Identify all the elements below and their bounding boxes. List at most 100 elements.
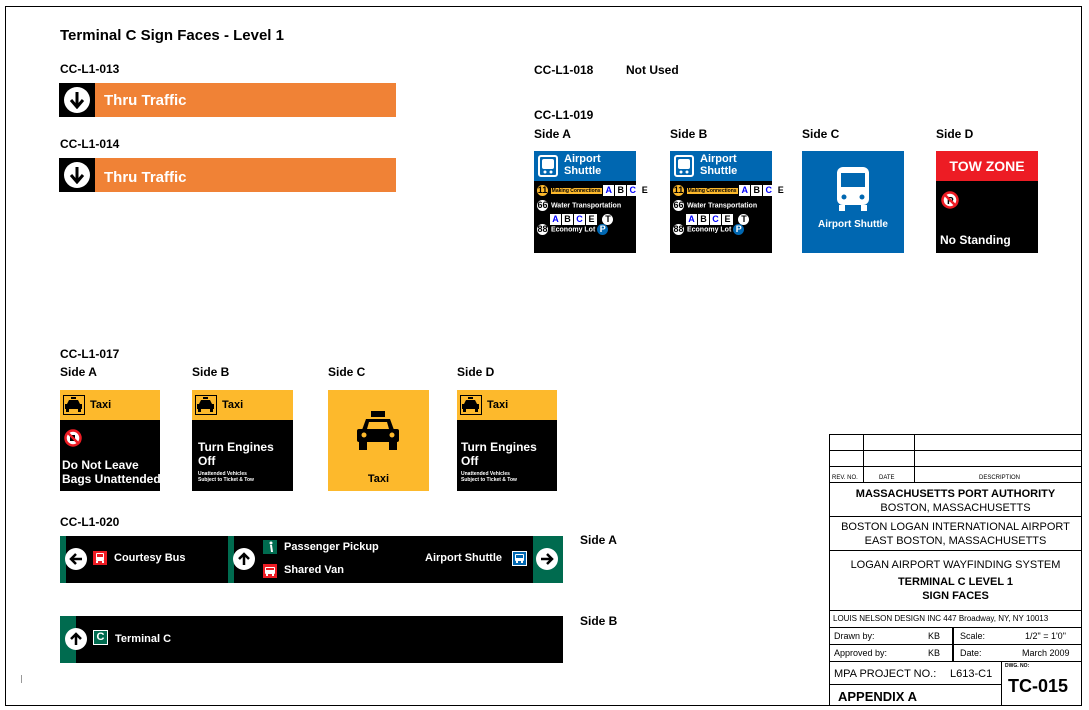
letter-b: B	[751, 185, 763, 196]
up-arrow-icon	[233, 548, 255, 570]
route-66-row: 66 Water Transportation	[537, 200, 621, 211]
description-header: DESCRIPTION	[979, 475, 1021, 481]
drawn-row: Drawn by: KB Scale: 1/2" = 1'0"	[829, 627, 1082, 645]
route-66-row: 66 Water Transportation	[673, 200, 757, 211]
thru-traffic-text: Thru Traffic	[104, 92, 187, 109]
taxi-header-text: Taxi	[487, 399, 509, 411]
scale-value: 1/2" = 1'0"	[1025, 631, 1066, 641]
taxi-text: Taxi	[367, 473, 390, 485]
project-label: MPA PROJECT NO.:	[834, 668, 937, 680]
shuttle-sign-side-a: Airport Shuttle 11 Making Connections AB…	[534, 151, 651, 253]
side-c-label: Side C	[328, 365, 366, 379]
org-box: MASSACHUSETTS PORT AUTHORITY BOSTON, MAS…	[829, 482, 1082, 517]
route-66-badge: 66	[537, 200, 548, 211]
scale-label: Scale:	[960, 631, 986, 641]
route-88-badge: 88	[537, 224, 548, 235]
airport-shuttle-icon	[512, 551, 527, 566]
approved-row: Approved by: KB Date: March 2009	[829, 644, 1082, 662]
airport-shuttle-text: Airport Shuttle	[425, 552, 502, 564]
courtesy-bus-icon	[93, 551, 107, 565]
sign-code-017: CC-L1-017	[60, 347, 120, 361]
taxi-icon	[195, 395, 217, 415]
bags-unattended-text: Bags Unattended	[62, 472, 161, 486]
route-88-row: 88 Economy Lot P	[537, 224, 609, 235]
parking-icon: P	[597, 224, 609, 235]
system-box: LOGAN AIRPORT WAYFINDING SYSTEM TERMINAL…	[829, 550, 1082, 611]
off-text: Off	[198, 454, 216, 468]
date-header: DATE	[879, 475, 895, 481]
side-b-label: Side B	[192, 365, 230, 379]
dwg-label: DWG. NO:	[1005, 663, 1030, 669]
shuttle-header-text: Airport Shuttle	[564, 153, 602, 177]
side-b-label: Side B	[670, 127, 708, 141]
route-66-badge: 66	[673, 200, 684, 211]
economy-lot-text: Economy Lot	[550, 226, 596, 234]
side-a-label: Side A	[580, 533, 617, 547]
sign-code-018: CC-L1-018	[534, 63, 594, 77]
side-a-label: Side A	[534, 127, 571, 141]
row-divider	[952, 627, 954, 662]
taxi-icon	[354, 410, 402, 457]
sheet-title-1: TERMINAL C LEVEL 1	[897, 576, 1014, 588]
side-a-label: Side A	[60, 365, 97, 379]
title-block: REV. NO. DATE DESCRIPTION MASSACHUSETTS …	[829, 434, 1082, 706]
taxi-sign-side-a: Taxi Do Not Leave Bags Unattended	[60, 390, 161, 491]
passenger-pickup-text: Passenger Pickup	[284, 541, 379, 553]
org-city: BOSTON, MASSACHUSETTS	[880, 502, 1031, 514]
side-d-label: Side D	[457, 365, 495, 379]
sign-thru-traffic-013: Thru Traffic	[59, 83, 396, 117]
turn-engines-text: Turn Engines	[198, 440, 274, 454]
shared-van-text: Shared Van	[284, 564, 344, 576]
water-transport-text: Water Transportation	[550, 202, 622, 210]
taxi-header-text: Taxi	[222, 399, 244, 411]
terminal-c-text: Terminal C	[115, 633, 172, 645]
page-title: Terminal C Sign Faces - Level 1	[60, 27, 284, 44]
directional-sign-side-b: C Terminal C	[60, 616, 563, 663]
side-c-label: Side C	[802, 127, 840, 141]
tow-zone-text: TOW ZONE	[949, 158, 1025, 174]
date-label: Date:	[960, 648, 982, 658]
shuttle-header-text: Airport Shuttle	[700, 153, 738, 177]
taxi-icon	[460, 395, 482, 415]
taxi-sign-side-d: Taxi Turn Engines Off Unattended Vehicle…	[457, 390, 557, 491]
passenger-pickup-icon	[263, 540, 277, 554]
down-arrow-icon	[64, 87, 90, 113]
terminal-c-badge: C	[93, 630, 108, 645]
side-b-label: Side B	[580, 614, 618, 628]
ticket-tow-text: Subject to Ticket & Tow	[198, 477, 254, 483]
thru-traffic-text: Thru Traffic	[104, 169, 187, 186]
tick-mark	[21, 675, 22, 683]
designer-text: LOUIS NELSON DESIGN INC 447 Broadway, NY…	[833, 614, 1049, 623]
letter-e: E	[639, 185, 651, 196]
route-88-badge: 88	[673, 224, 684, 235]
right-arrow-icon	[536, 548, 558, 570]
route-11-row: 11 Making Connections ABCE	[673, 185, 787, 196]
bus-icon	[538, 155, 558, 177]
left-arrow-icon	[65, 548, 87, 570]
project-no: L613-C1	[950, 668, 993, 680]
sign-code-019: CC-L1-019	[534, 108, 594, 122]
dwg-number: TC-015	[1008, 676, 1069, 696]
bus-icon	[674, 155, 694, 177]
approved-by-label: Approved by:	[834, 648, 888, 658]
org-name: MASSACHUSETTS PORT AUTHORITY	[855, 488, 1056, 500]
dwg-box: DWG. NO: TC-015	[1001, 661, 1082, 706]
letter-c: C	[627, 185, 639, 196]
off-text: Off	[461, 454, 479, 468]
sign-thru-traffic-014: Thru Traffic	[59, 158, 396, 192]
ticket-tow-text: Subject to Ticket & Tow	[461, 477, 517, 483]
sign-code-020: CC-L1-020	[60, 515, 120, 529]
directional-sign-side-a: Courtesy Bus Passenger Pickup Shared Van…	[60, 536, 563, 583]
approved-by-value: KB	[928, 648, 941, 658]
shared-van-icon	[263, 564, 277, 578]
letter-a: A	[739, 185, 751, 196]
taxi-sign-side-c: Taxi	[328, 390, 429, 491]
drawn-by-value: KB	[928, 631, 941, 641]
system-name: LOGAN AIRPORT WAYFINDING SYSTEM	[850, 559, 1061, 571]
date-value: March 2009	[1022, 648, 1070, 658]
letter-c: C	[763, 185, 775, 196]
route-11-badge: 11	[673, 185, 684, 196]
shuttle-text: Airport Shuttle	[818, 219, 888, 230]
bus-icon	[835, 165, 871, 218]
taxi-sign-side-b: Taxi Turn Engines Off Unattended Vehicle…	[192, 390, 293, 491]
